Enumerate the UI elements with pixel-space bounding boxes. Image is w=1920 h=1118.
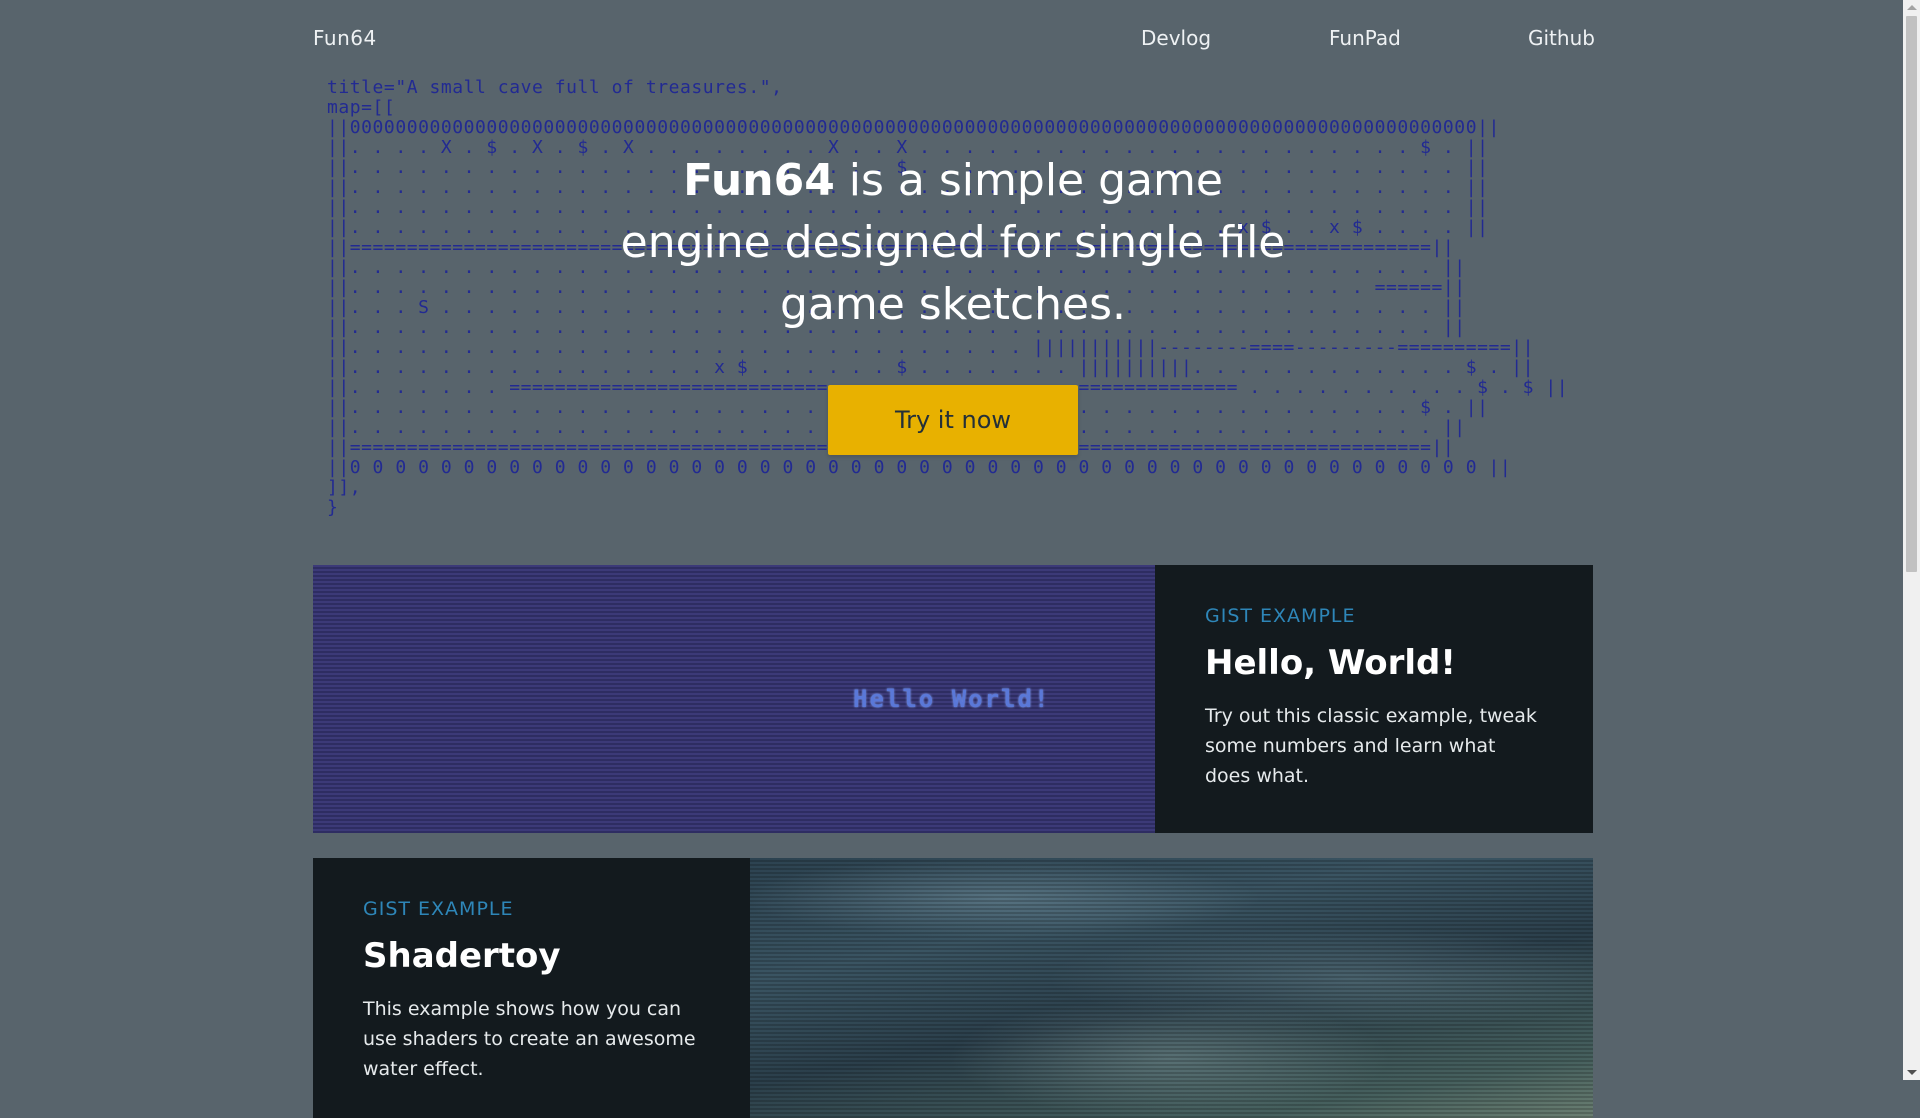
hello-world-info: GIST EXAMPLE Hello, World! Try out this … bbox=[1205, 565, 1545, 791]
page-scrollbar[interactable] bbox=[1903, 0, 1920, 1080]
nav-link-devlog[interactable]: Devlog bbox=[1141, 26, 1211, 50]
card-hello-world[interactable]: Hello World! GIST EXAMPLE Hello, World! … bbox=[313, 565, 1593, 833]
card-description: Try out this classic example, tweak some… bbox=[1205, 705, 1537, 787]
card-title[interactable]: Hello, World! bbox=[1205, 643, 1545, 683]
card-description: This example shows how you can use shade… bbox=[363, 998, 696, 1080]
scroll-down-icon[interactable] bbox=[1907, 1070, 1917, 1075]
shadertoy-info: GIST EXAMPLE Shadertoy This example show… bbox=[363, 858, 703, 1084]
hero-title-brand: Fun64 bbox=[683, 155, 835, 206]
shadertoy-water-preview[interactable] bbox=[750, 858, 1593, 1118]
try-it-now-button[interactable]: Try it now bbox=[828, 385, 1078, 455]
card-eyebrow: GIST EXAMPLE bbox=[1205, 605, 1356, 627]
hero-section: title="A small cave full of treasures.",… bbox=[313, 78, 1593, 548]
card-eyebrow: GIST EXAMPLE bbox=[363, 898, 514, 920]
hello-world-preview[interactable]: Hello World! bbox=[313, 565, 1155, 833]
top-nav: Fun64 Devlog FunPad Github bbox=[313, 0, 1595, 80]
scroll-up-icon[interactable] bbox=[1907, 5, 1917, 10]
card-title[interactable]: Shadertoy bbox=[363, 936, 703, 976]
brand-logo[interactable]: Fun64 bbox=[313, 26, 377, 50]
card-shadertoy[interactable]: GIST EXAMPLE Shadertoy This example show… bbox=[313, 858, 1593, 1118]
hello-world-preview-text: Hello World! bbox=[853, 685, 1051, 713]
nav-link-funpad[interactable]: FunPad bbox=[1329, 26, 1401, 50]
scroll-thumb[interactable] bbox=[1906, 16, 1917, 572]
hero-title: Fun64 is a simple game engine designed f… bbox=[613, 150, 1293, 336]
nav-link-github[interactable]: Github bbox=[1528, 26, 1595, 50]
